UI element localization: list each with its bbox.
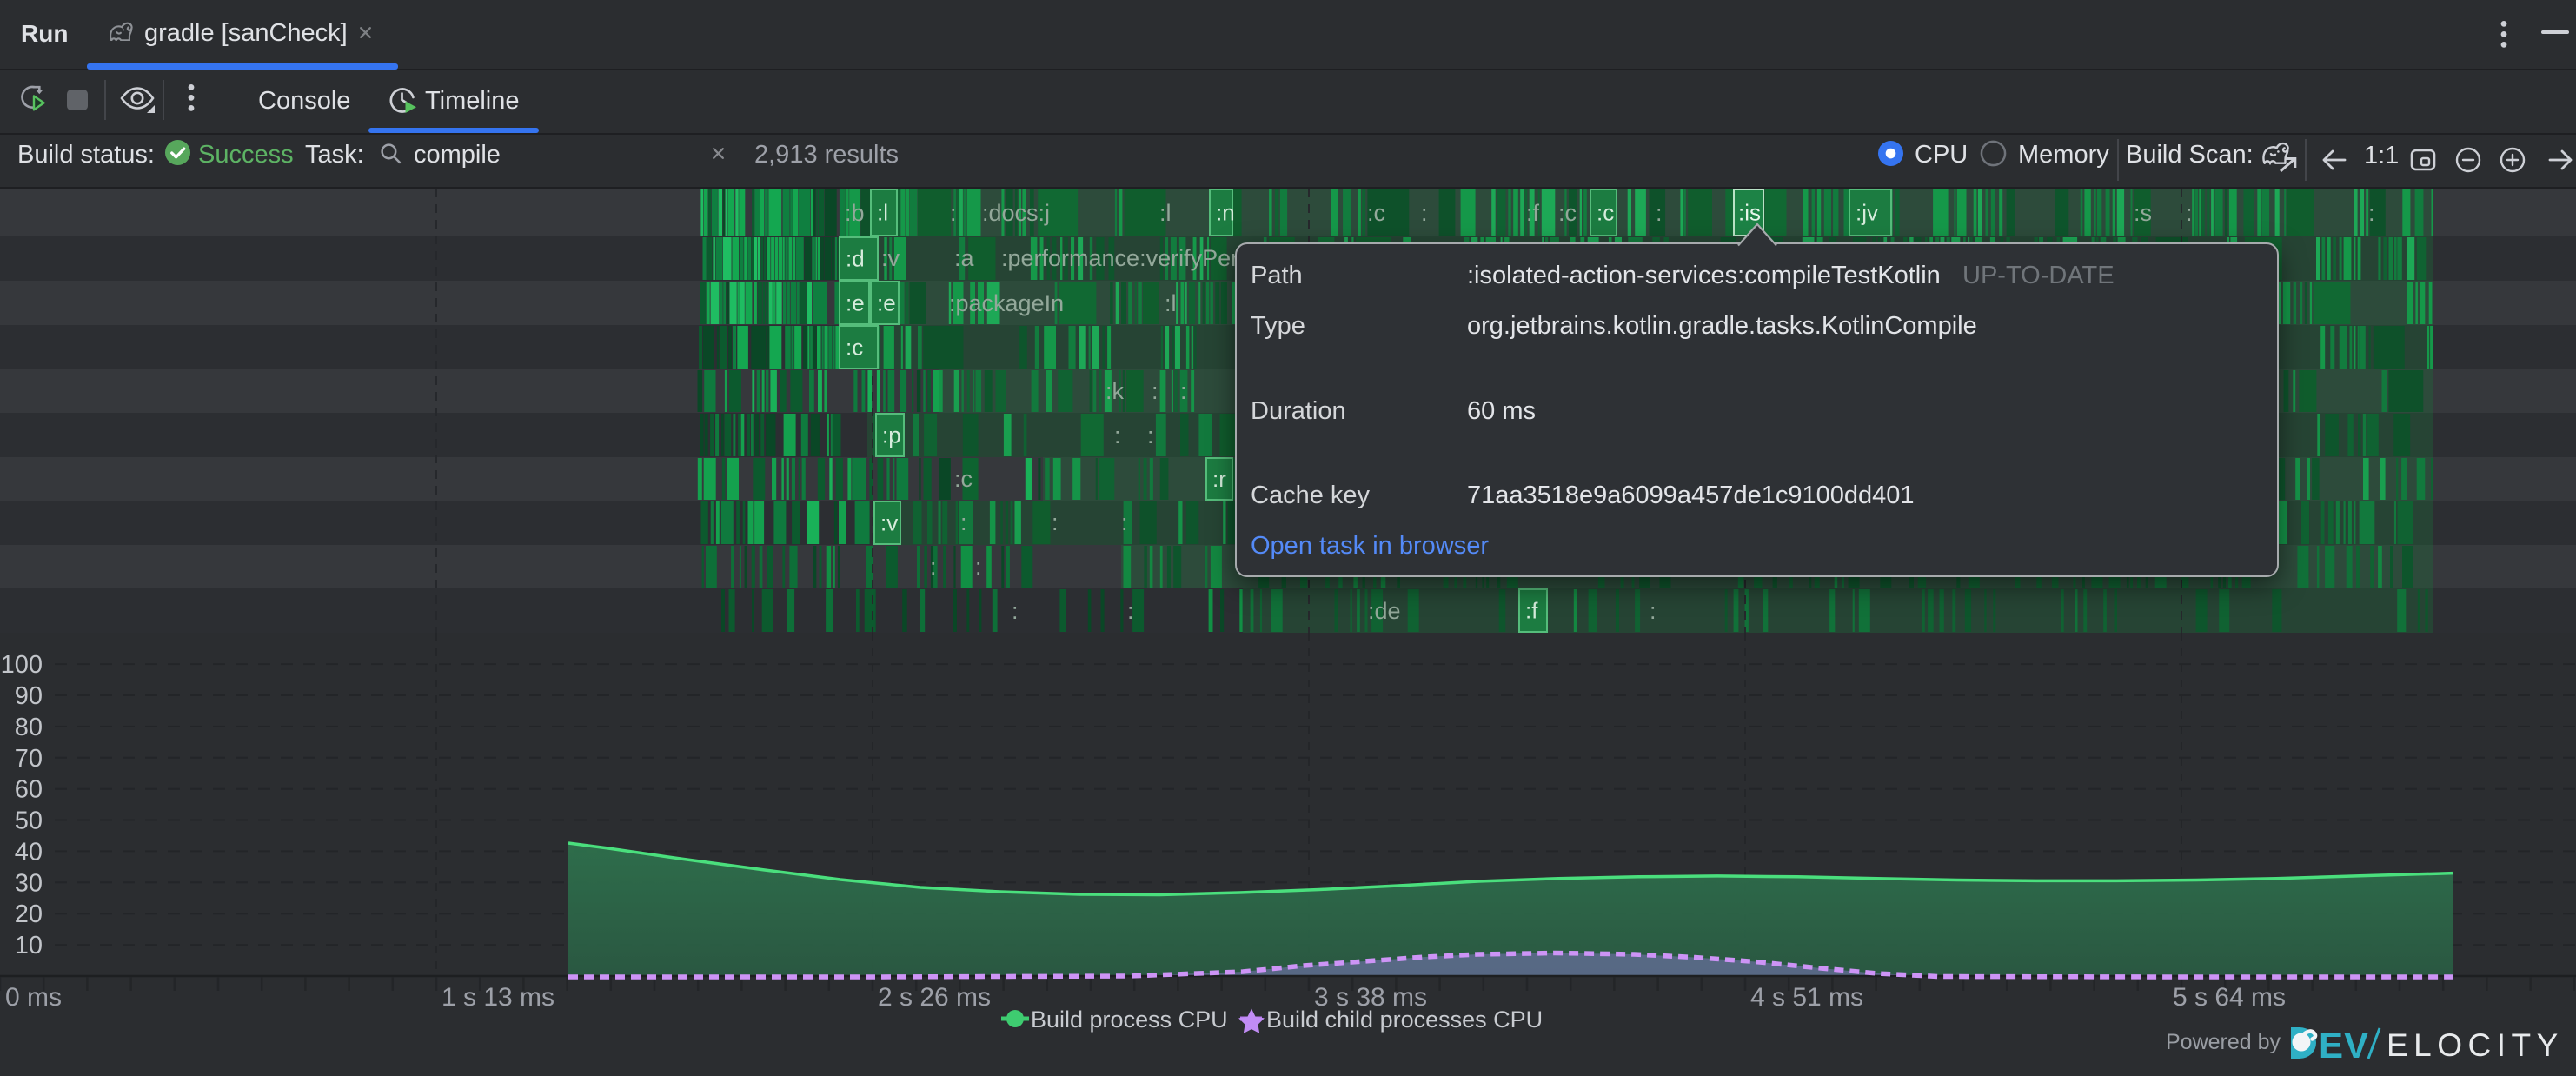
svg-text::c: :c: [846, 335, 863, 361]
svg-text::: :: [1656, 200, 1663, 226]
svg-text::de: :de: [1368, 598, 1401, 624]
svg-text::v: :v: [880, 510, 898, 536]
svg-text::l: :l: [877, 200, 888, 226]
svg-text:4 s 51 ms: 4 s 51 ms: [1750, 983, 1863, 1012]
svg-text::s: :s: [2134, 200, 2152, 226]
svg-text::b: :b: [845, 200, 865, 226]
svg-text::l: :l: [1165, 290, 1177, 316]
svg-text:90: 90: [15, 682, 43, 710]
svg-text::performance:verifyPer: :performance:verifyPer: [1001, 245, 1238, 271]
svg-text:70: 70: [15, 745, 43, 773]
svg-text::: :: [950, 200, 957, 226]
svg-text::c: :c: [1367, 200, 1385, 226]
svg-text::: :: [2186, 200, 2193, 226]
svg-text::e: :e: [877, 290, 896, 316]
svg-text::v: :v: [881, 245, 900, 271]
svg-text::packageIn: :packageIn: [949, 290, 1064, 316]
svg-text:ELOCITY: ELOCITY: [2387, 1027, 2564, 1063]
svg-text:100: 100: [1, 651, 43, 679]
svg-text::k: :k: [1105, 378, 1125, 404]
svg-text:40: 40: [15, 838, 43, 866]
svg-text::: :: [960, 509, 967, 535]
svg-text::p: :p: [882, 422, 901, 448]
svg-text::: :: [930, 554, 937, 580]
svg-text:10: 10: [15, 932, 43, 960]
svg-text:EV: EV: [2319, 1025, 2369, 1066]
svg-text::: :: [1052, 509, 1059, 535]
svg-text:1 s 13 ms: 1 s 13 ms: [442, 983, 554, 1012]
svg-text::c: :c: [1597, 200, 1614, 226]
svg-text::: :: [1127, 598, 1134, 624]
svg-text:5 s 64 ms: 5 s 64 ms: [2173, 983, 2286, 1012]
svg-text:50: 50: [15, 807, 43, 835]
svg-text::r: :r: [1212, 466, 1226, 492]
svg-text:Powered by: Powered by: [2166, 1030, 2281, 1054]
svg-text::jv: :jv: [1856, 200, 1878, 226]
svg-text:Build process CPU: Build process CPU: [1031, 1006, 1228, 1033]
svg-text:0 ms: 0 ms: [5, 983, 62, 1012]
svg-text:2 s 26 ms: 2 s 26 ms: [878, 983, 991, 1012]
svg-text:30: 30: [15, 869, 43, 897]
svg-text::docs:j: :docs:j: [982, 200, 1050, 226]
svg-text::l: :l: [1159, 200, 1172, 226]
svg-text::: :: [1650, 598, 1656, 624]
svg-text::c: :c: [1558, 200, 1577, 226]
svg-text:80: 80: [15, 714, 43, 741]
svg-text::: :: [975, 554, 982, 580]
svg-text::: :: [1012, 598, 1019, 624]
svg-text::: :: [1147, 422, 1154, 448]
svg-text:60: 60: [15, 776, 43, 804]
svg-text::: :: [1152, 378, 1159, 404]
svg-text::: :: [1114, 422, 1121, 448]
svg-text:Build child processes CPU: Build child processes CPU: [1266, 1006, 1543, 1033]
svg-text::d: :d: [846, 246, 865, 272]
svg-text::a: :a: [954, 245, 975, 271]
svg-text::c: :c: [954, 466, 973, 492]
svg-text::: :: [1421, 200, 1428, 226]
svg-text::: :: [1180, 378, 1187, 404]
svg-text::f: :f: [1525, 598, 1538, 624]
svg-text::: :: [1121, 509, 1128, 535]
svg-text::e: :e: [846, 290, 865, 316]
svg-text::: :: [2368, 200, 2375, 226]
svg-text::f: :f: [1526, 200, 1540, 226]
svg-text:20: 20: [15, 900, 43, 928]
svg-text::n: :n: [1216, 200, 1235, 226]
